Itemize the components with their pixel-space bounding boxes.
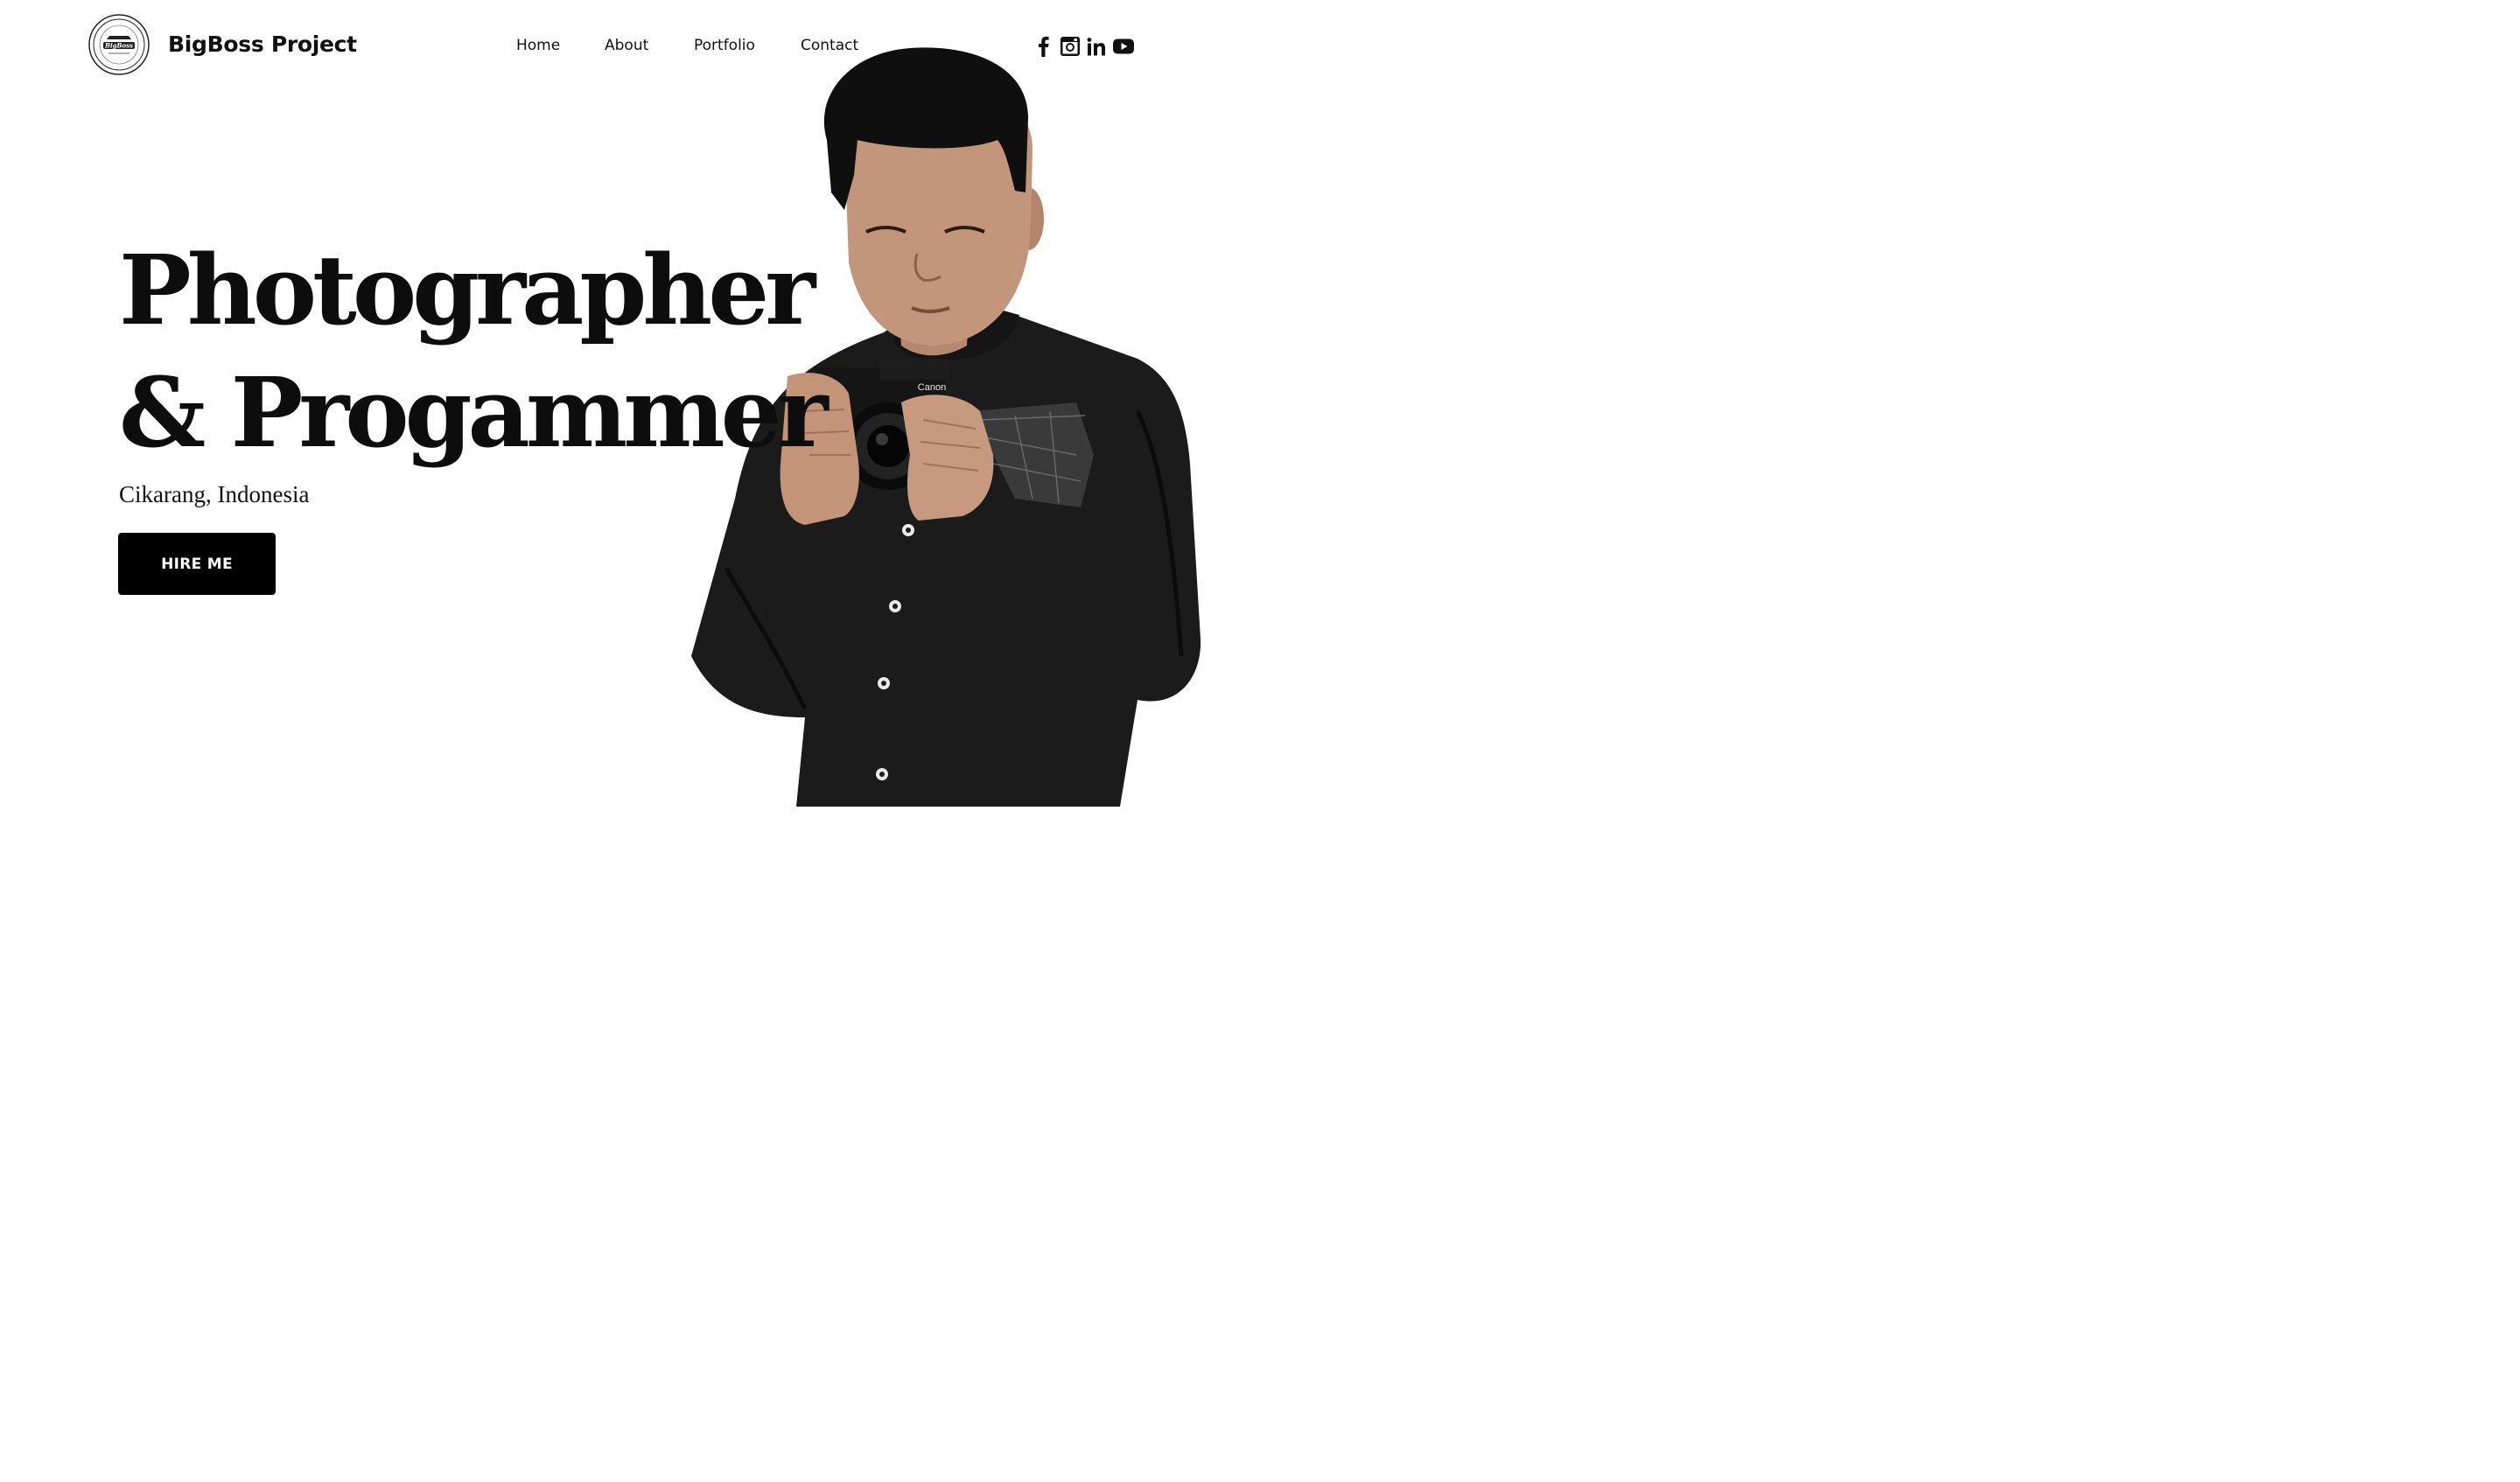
brand-name[interactable]: BigBoss Project: [168, 31, 357, 57]
hero-location: Cikarang, Indonesia: [119, 481, 310, 507]
brand-logo[interactable]: BigBoss: [88, 13, 150, 76]
camera-brand-label: Canon: [918, 382, 946, 393]
hero-title-line1: Photographer: [119, 234, 816, 346]
nav-home[interactable]: Home: [516, 37, 560, 54]
hire-me-button[interactable]: HIRE ME: [118, 533, 276, 595]
brand-logo-text: BigBoss: [104, 42, 133, 50]
brand-logo-emblem: BigBoss: [88, 14, 150, 75]
hero-title-line2: & Progammer: [119, 356, 829, 469]
nav-about[interactable]: About: [605, 37, 648, 54]
hero-title: Photographer & Progammer: [119, 229, 829, 474]
